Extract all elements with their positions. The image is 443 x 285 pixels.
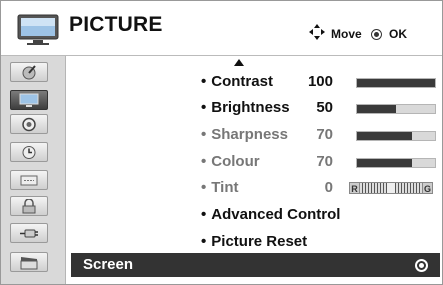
audio-speaker-icon <box>22 117 36 132</box>
menu-header: PICTURE Move OK <box>1 1 442 56</box>
tint-value: 0 <box>324 179 333 196</box>
menu-item-colour[interactable]: • Colour <box>201 153 260 170</box>
slider-fill <box>357 105 396 113</box>
option-icon <box>20 175 38 186</box>
menu-item-label: Picture Reset <box>211 233 308 250</box>
menu-item-label: Contrast <box>211 73 273 90</box>
tint-red-label: R <box>349 182 360 194</box>
sidebar-item-lock[interactable] <box>10 196 48 216</box>
hint-ok-label: OK <box>389 27 407 41</box>
hint-move-label: Move <box>331 27 362 41</box>
category-sidebar <box>1 56 66 284</box>
sharpness-value: 70 <box>316 126 333 143</box>
antenna-setup-icon <box>22 65 36 80</box>
menu-item-screen-selected[interactable]: Screen <box>71 253 440 277</box>
lock-icon <box>22 199 36 214</box>
tv-icon <box>17 14 59 45</box>
menu-item-label: Brightness <box>211 99 290 116</box>
sidebar-item-input[interactable] <box>10 223 48 243</box>
slider-fill <box>357 159 412 167</box>
menu-item-brightness[interactable]: • Brightness <box>201 99 290 116</box>
move-arrows-icon <box>309 24 325 40</box>
menu-item-picture-reset[interactable]: • Picture Reset <box>201 233 307 250</box>
menu-item-label: Screen <box>83 256 134 273</box>
picture-osd-menu: PICTURE Move OK • Contrast 100 • Brightn… <box>0 0 443 285</box>
brightness-value: 50 <box>316 99 333 116</box>
contrast-slider[interactable] <box>356 78 436 88</box>
menu-item-label: Sharpness <box>211 126 288 143</box>
tint-green-label: G <box>422 182 433 194</box>
scroll-up-arrow-icon[interactable] <box>234 59 244 66</box>
sidebar-item-picture[interactable] <box>10 90 48 110</box>
menu-item-contrast[interactable]: • Contrast <box>201 73 273 90</box>
sidebar-item-media[interactable] <box>10 252 48 272</box>
sidebar-item-time[interactable] <box>10 142 48 162</box>
media-clapper-icon <box>20 257 38 270</box>
input-cable-icon <box>20 229 38 238</box>
tint-center-marker <box>387 183 395 193</box>
ok-button-icon <box>371 29 382 40</box>
menu-item-label: Colour <box>211 153 260 170</box>
sidebar-item-audio[interactable] <box>10 114 48 134</box>
menu-item-advanced-control[interactable]: • Advanced Control <box>201 206 340 223</box>
sidebar-item-option[interactable] <box>10 170 48 190</box>
time-clock-icon <box>22 146 36 159</box>
ok-enter-icon <box>415 259 428 272</box>
menu-item-tint[interactable]: • Tint <box>201 179 238 196</box>
menu-item-label: Advanced Control <box>211 206 341 223</box>
menu-title: PICTURE <box>69 13 163 36</box>
sharpness-slider[interactable] <box>356 131 436 141</box>
colour-slider[interactable] <box>356 158 436 168</box>
sidebar-item-setup[interactable] <box>10 62 48 82</box>
menu-item-label: Tint <box>211 179 239 196</box>
tint-slider[interactable]: R G <box>349 182 433 194</box>
colour-value: 70 <box>316 153 333 170</box>
menu-item-sharpness[interactable]: • Sharpness <box>201 126 288 143</box>
brightness-slider[interactable] <box>356 104 436 114</box>
contrast-value: 100 <box>307 73 333 90</box>
slider-fill <box>357 79 435 87</box>
picture-tv-icon <box>19 93 39 107</box>
slider-fill <box>357 132 412 140</box>
